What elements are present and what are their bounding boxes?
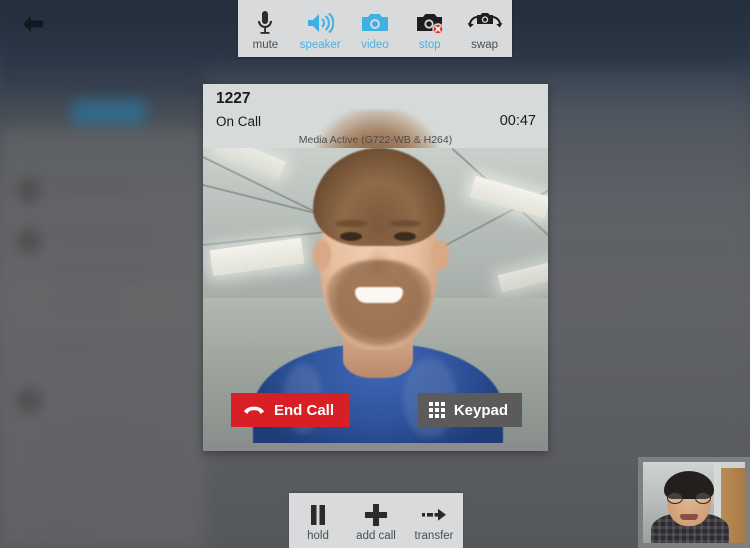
call-action-add-call[interactable]: add call xyxy=(347,493,405,548)
toolbar-button-speaker[interactable]: speaker xyxy=(293,0,348,57)
background-text-line xyxy=(44,460,154,470)
background-text-line xyxy=(56,183,134,194)
toolbar-label-mute: mute xyxy=(252,38,279,51)
back-arrow-icon xyxy=(23,16,43,32)
background-text-line xyxy=(56,233,154,244)
toolbar-button-stop[interactable]: stop xyxy=(402,0,457,57)
end-call-label: End Call xyxy=(274,401,335,419)
call-action-hold[interactable]: hold xyxy=(289,493,347,548)
background-text-line xyxy=(30,527,90,537)
call-action-label-transfer: transfer xyxy=(414,530,454,542)
toolbar-label-swap: swap xyxy=(471,38,499,51)
video-person-eye xyxy=(340,232,362,241)
active-call-panel: 1227 On Call 00:47 Media Active (G722-WB… xyxy=(203,84,548,451)
keypad-grid-icon xyxy=(428,402,445,418)
toolbar-label-stop: stop xyxy=(418,38,441,51)
transfer-arrow-icon xyxy=(421,503,447,527)
keypad-button[interactable]: Keypad xyxy=(417,393,522,427)
keypad-label: Keypad xyxy=(453,401,508,419)
call-timer: 00:47 xyxy=(499,113,536,129)
call-actions-toolbar: hold add call transfer xyxy=(289,493,463,548)
background-avatar xyxy=(16,177,42,203)
camera-icon xyxy=(361,9,389,37)
background-avatar xyxy=(16,388,42,414)
call-number: 1227 xyxy=(216,90,251,107)
toolbar-button-swap[interactable]: swap xyxy=(457,0,512,57)
call-action-transfer[interactable]: transfer xyxy=(405,493,463,548)
toolbar-label-speaker: speaker xyxy=(299,38,341,51)
toolbar-button-video[interactable]: video xyxy=(348,0,403,57)
call-status: On Call xyxy=(216,114,262,129)
call-action-label-add-call: add call xyxy=(356,530,396,542)
video-person-brow xyxy=(335,220,367,227)
video-call-screen: mute speaker video stop swap 1227 On Cal… xyxy=(0,0,750,548)
end-call-button[interactable]: End Call xyxy=(231,393,351,427)
camera-stop-icon xyxy=(416,9,444,37)
toolbar-button-mute[interactable]: mute xyxy=(238,0,293,57)
plus-icon xyxy=(364,503,388,527)
remote-video-feed[interactable]: End Call Keypad xyxy=(203,148,548,443)
call-header: 1227 On Call 00:47 Media Active (G722-WB… xyxy=(203,84,548,148)
media-toolbar: mute speaker video stop swap xyxy=(238,0,512,57)
self-video-image xyxy=(643,462,745,543)
background-text-line xyxy=(46,265,148,275)
pip-person-mouth xyxy=(680,514,698,520)
call-panel-footer xyxy=(203,443,548,451)
video-person-ear xyxy=(313,240,331,270)
glasses-icon xyxy=(667,492,711,504)
background-avatar xyxy=(16,228,42,254)
video-person-ear xyxy=(431,240,449,270)
pause-icon xyxy=(308,503,328,527)
background-text-line xyxy=(52,298,120,308)
video-person-eye xyxy=(394,232,416,241)
phone-hangup-icon xyxy=(243,402,265,419)
back-button[interactable] xyxy=(14,8,52,40)
background-text-line xyxy=(44,345,100,355)
self-video-pip[interactable] xyxy=(638,457,750,548)
background-active-tab xyxy=(72,100,146,126)
toolbar-label-video: video xyxy=(361,38,389,51)
video-person-mouth xyxy=(355,287,403,303)
microphone-icon xyxy=(256,9,274,37)
call-media-status: Media Active (G722-WB & H264) xyxy=(298,134,453,146)
call-action-label-hold: hold xyxy=(307,530,329,542)
speaker-on-icon xyxy=(306,9,335,37)
background-text-line xyxy=(52,428,148,438)
camera-swap-icon xyxy=(465,9,505,37)
video-person-brow xyxy=(389,220,421,227)
